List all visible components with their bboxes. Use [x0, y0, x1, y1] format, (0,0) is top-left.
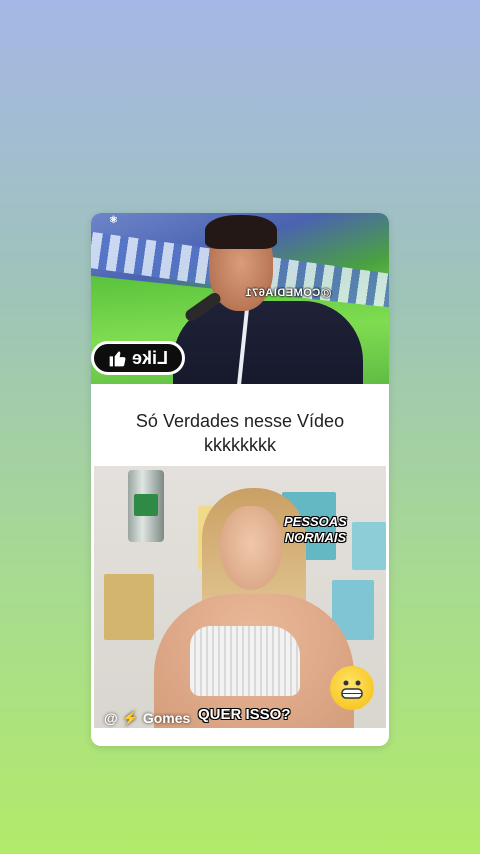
top-logo-icon: ⚛ [109, 215, 118, 226]
thumbs-up-icon [109, 351, 126, 367]
like-badge[interactable]: Like [91, 341, 185, 375]
top-video-frame[interactable]: ⚛ @COMEDIA671 Like [91, 213, 389, 384]
grinning-face-icon [330, 666, 374, 710]
poster-left [104, 574, 154, 640]
like-label: Like [131, 347, 169, 368]
post-caption: Só Verdades nesse Vídeo kkkkkkkk [91, 409, 389, 457]
poster-right [352, 522, 386, 570]
caption-line-1: Só Verdades nesse Vídeo [135, 411, 345, 431]
sticker-text: PESSOAS NORMAIS [284, 514, 347, 545]
bottom-video-frame[interactable]: PESSOAS NORMAIS @ ⚡ Gomes QUER ISSO? [94, 466, 386, 728]
question-caption: QUER ISSO? [198, 706, 291, 723]
woman-face [220, 506, 282, 590]
creator-handle: @ ⚡ Gomes [104, 710, 191, 726]
video-watermark: @COMEDIA671 [245, 287, 332, 299]
beer-can [128, 470, 164, 542]
person-hair [205, 215, 277, 249]
caption-line-2: kkkkkkkk [204, 435, 276, 455]
post-card[interactable]: ⚛ @COMEDIA671 Like Só Verdades nesse Víd… [91, 213, 389, 746]
white-top [190, 626, 300, 696]
